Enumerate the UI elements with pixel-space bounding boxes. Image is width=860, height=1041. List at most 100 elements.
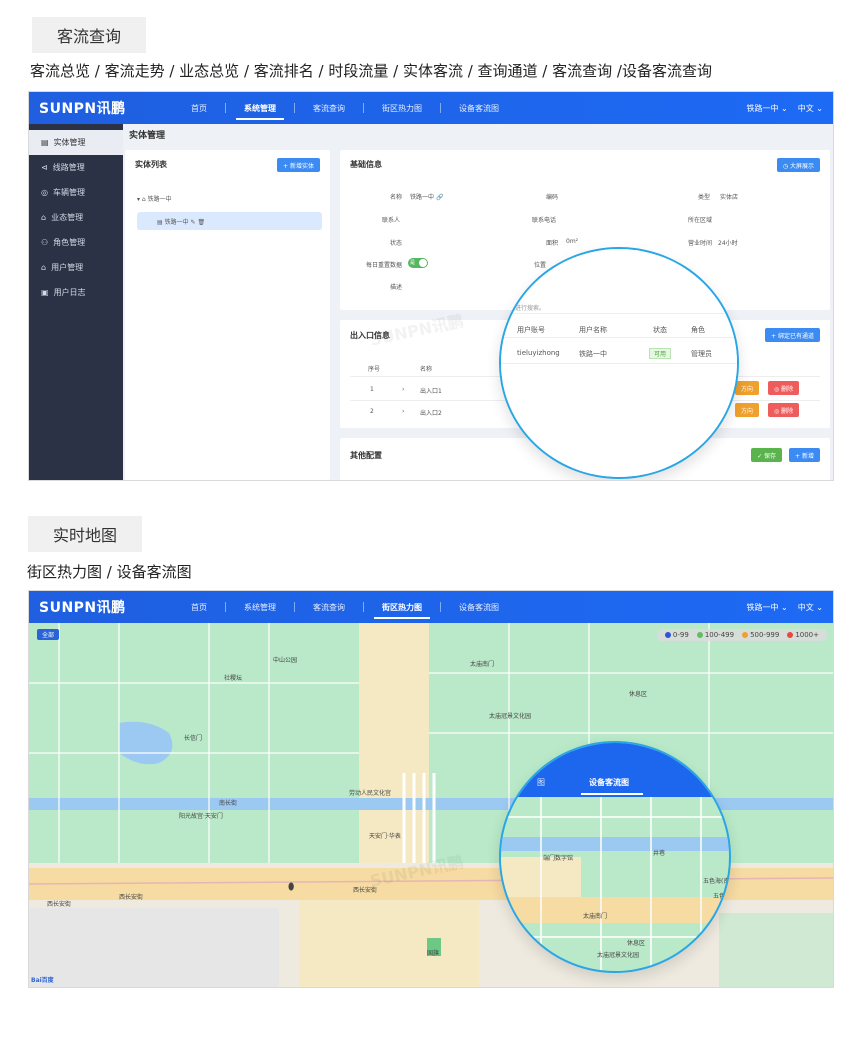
user-menu[interactable]: 铁路一中 ⌄: [747, 602, 788, 613]
add-config-button[interactable]: + 新增: [789, 448, 820, 462]
entity-management-window: SUNPN讯鹏 首页 系统管理 客流查询 街区热力图 设备客流图 铁路一中 ⌄ …: [28, 91, 834, 481]
sidebar-item-business[interactable]: ⌂ 业态管理: [29, 205, 123, 230]
code-label: 编码: [546, 194, 559, 201]
entity-icon: ▤: [157, 219, 163, 226]
nav-heatmap[interactable]: 街区热力图: [364, 92, 440, 124]
nav-flow-query[interactable]: 客流查询: [295, 591, 363, 623]
language-menu[interactable]: 中文 ⌄: [798, 602, 823, 613]
baidu-logo: Bai百度: [31, 977, 54, 984]
user-area: 铁路一中 ⌄ 中文 ⌄: [747, 92, 824, 124]
user-name: 铁路一中: [579, 350, 607, 358]
location-pin-icon[interactable]: ⬮: [288, 882, 294, 893]
nav-home[interactable]: 首页: [173, 92, 225, 124]
delete-icon[interactable]: 🗑: [197, 219, 205, 226]
user-account: tieluyizhong: [517, 349, 560, 357]
hours-label: 营业时间: [688, 240, 713, 247]
map-place-label: 井巷: [653, 850, 666, 857]
io-row-name: 出入口1: [420, 388, 442, 395]
nav-device-flow[interactable]: 设备客流图: [441, 591, 517, 623]
map-place-label: 太庙南门: [470, 661, 495, 668]
type-label: 类型: [698, 194, 711, 201]
basic-info-title: 基础信息: [350, 160, 382, 169]
map-window: SUNPN讯鹏 首页 系统管理 客流查询 街区热力图 设备客流图 铁路一中 ⌄ …: [28, 590, 834, 988]
vehicle-icon: ◎: [41, 188, 48, 197]
chevron-right-icon[interactable]: ›: [402, 386, 404, 393]
sidebar: ▤ 实体管理 ⊲ 线路管理 ◎ 车辆管理 ⌂ 业态管理 ⚇ 角色管理 ⌂ 用户管理 ▣ 用户日…: [29, 124, 123, 480]
delete-button[interactable]: ◎ 删除: [768, 403, 800, 417]
tab-heatmap-partial[interactable]: 图: [537, 777, 545, 788]
area-value: 0m²: [566, 238, 579, 245]
tree-node-child[interactable]: ▤ 铁路一中 ✎ 🗑: [157, 217, 205, 226]
link-icon: 🔗: [435, 194, 444, 201]
area-label: 面积: [546, 240, 559, 247]
toggle-text: 是: [410, 260, 416, 266]
role-icon: ⚇: [41, 238, 49, 247]
magnifier-user-table: 进行搜索。 用户账号 用户名称 状态 角色 tieluyizhong 铁路一中 …: [499, 247, 739, 479]
status-label: 状态: [390, 240, 403, 247]
map-place-label: 西长安街: [119, 894, 144, 901]
direction-button[interactable]: 方向: [735, 403, 760, 417]
map-place-label: 太庙冠景文化园: [597, 952, 640, 959]
entity-list-panel: 实体列表 + 新增实体 ▾ ⌂ 铁路一中 ▤ 铁路一中 ✎ 🗑: [125, 150, 330, 480]
log-icon: ▣: [41, 288, 49, 297]
sidebar-item-vehicle[interactable]: ◎ 车辆管理: [29, 180, 123, 205]
edit-icon[interactable]: ✎: [191, 219, 196, 226]
sidebar-item-route[interactable]: ⊲ 线路管理: [29, 155, 123, 180]
sidebar-item-role[interactable]: ⚇ 角色管理: [29, 230, 123, 255]
map-place-label: 五色: [713, 893, 726, 900]
name-value: 铁路一中 🔗: [410, 194, 444, 201]
chevron-down-icon: ⌄: [781, 103, 788, 113]
section-tag-query: 客流查询: [32, 17, 146, 53]
legend-dot: [787, 632, 794, 638]
direction-button[interactable]: 方向: [735, 381, 760, 395]
chevron-down-icon: ⌄: [781, 602, 788, 612]
map-place-label: 端门数字馆: [543, 855, 574, 862]
desc-label: 描述: [390, 284, 403, 291]
nav-device-flow[interactable]: 设备客流图: [441, 92, 517, 124]
sidebar-item-entity[interactable]: ▤ 实体管理: [29, 130, 123, 155]
legend-dot: [696, 632, 703, 638]
add-entity-button[interactable]: + 新增实体: [277, 158, 320, 172]
chevron-right-icon[interactable]: ›: [402, 408, 404, 415]
other-config-title: 其他配置: [350, 451, 382, 460]
tab-device-flow[interactable]: 设备客流图: [589, 777, 629, 788]
io-col-name: 名称: [420, 366, 433, 373]
user-menu[interactable]: 铁路一中 ⌄: [747, 103, 788, 114]
region-label: 所在区域: [688, 217, 713, 224]
map-place-label: 太庙南门: [583, 913, 608, 920]
magnifier-device-flow: 图 设备客流图 端门数字馆太庙南门休息区太庙冠景文化园五色海(南)井巷天安门东五…: [499, 741, 731, 973]
save-button[interactable]: ✓ 保存: [751, 448, 782, 462]
route-icon: ⊲: [41, 163, 48, 172]
map-place-label: 天安门·华表: [369, 833, 401, 840]
bigscreen-button[interactable]: ◷ 大屏展示: [776, 158, 820, 172]
col-role: 角色: [691, 326, 705, 334]
nav-system[interactable]: 系统管理: [226, 92, 294, 124]
brand-logo: SUNPN讯鹏: [39, 101, 126, 117]
sidebar-item-log[interactable]: ▣ 用户日志: [29, 280, 123, 305]
map-place-label: 国旗: [427, 950, 440, 957]
nav-flow-query[interactable]: 客流查询: [295, 92, 363, 124]
magnify-map: [501, 797, 729, 971]
filter-badge[interactable]: 全部: [37, 629, 60, 640]
map-place-label: 西长安街: [47, 901, 72, 908]
io-row-no: 2: [370, 408, 374, 415]
map-place-label: 休息区: [627, 940, 646, 947]
entity-list-title: 实体列表: [135, 160, 167, 169]
building-icon: ⌂: [141, 196, 146, 203]
map-place-label: 五色海(南): [703, 878, 731, 885]
sidebar-item-user[interactable]: ⌂ 用户管理: [29, 255, 123, 280]
bind-channel-button[interactable]: + 绑定已有通道: [765, 328, 820, 342]
nav-home[interactable]: 首页: [173, 591, 225, 623]
nav-heatmap[interactable]: 街区热力图: [364, 591, 440, 623]
section-desc-query: 客流总览 / 客流走势 / 业态总览 / 客流排名 / 时段流量 / 实体客流 …: [30, 62, 712, 80]
language-menu[interactable]: 中文 ⌄: [798, 103, 823, 114]
tree-node-root[interactable]: ▾ ⌂ 铁路一中: [137, 194, 172, 203]
delete-button[interactable]: ◎ 删除: [768, 381, 800, 395]
search-hint: 进行搜索。: [515, 305, 546, 312]
map-place-label: 长信门: [184, 735, 203, 742]
main-nav: 首页 系统管理 客流查询 街区热力图 设备客流图: [173, 92, 517, 124]
nav-system[interactable]: 系统管理: [226, 591, 294, 623]
io-col-no: 序号: [368, 366, 381, 373]
heat-legend: 0-99 100-499 500-999 1000+: [656, 629, 827, 641]
hours-value: 24小时: [718, 240, 738, 247]
